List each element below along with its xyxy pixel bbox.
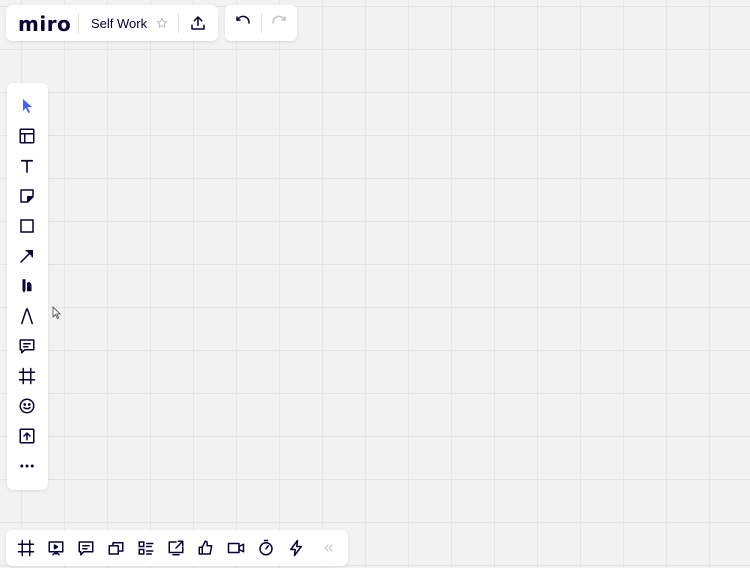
miro-logo[interactable]: miro — [18, 12, 71, 36]
pen-markers-icon[interactable] — [17, 276, 37, 296]
frames-icon[interactable] — [16, 538, 36, 558]
divider — [261, 13, 262, 33]
upload-icon[interactable] — [188, 13, 208, 33]
pen-icon[interactable] — [17, 306, 37, 326]
cards-icon[interactable] — [106, 538, 126, 558]
connection-line-icon[interactable] — [17, 246, 37, 266]
divider — [178, 13, 179, 33]
emoji-icon[interactable] — [17, 396, 37, 416]
more-icon[interactable] — [17, 456, 37, 476]
collapse-icon[interactable] — [318, 538, 338, 558]
shape-icon[interactable] — [17, 216, 37, 236]
lightning-icon[interactable] — [286, 538, 306, 558]
timer-icon[interactable] — [256, 538, 276, 558]
mouse-cursor-icon — [52, 306, 62, 320]
templates-icon[interactable] — [17, 126, 37, 146]
undo-icon[interactable] — [233, 13, 253, 33]
comments-icon[interactable] — [76, 538, 96, 558]
board-header: miro Self Work — [6, 5, 218, 41]
frame-icon[interactable] — [17, 366, 37, 386]
sticky-note-icon[interactable] — [17, 186, 37, 206]
creation-toolbar — [7, 83, 48, 490]
collaboration-toolbar — [6, 530, 348, 566]
presentation-icon[interactable] — [46, 538, 66, 558]
redo-icon[interactable] — [269, 13, 289, 33]
divider — [78, 13, 79, 33]
upload-icon[interactable] — [17, 426, 37, 446]
comment-icon[interactable] — [17, 336, 37, 356]
voting-icon[interactable] — [196, 538, 216, 558]
text-icon[interactable] — [17, 156, 37, 176]
undo-redo-panel — [225, 5, 297, 41]
video-chat-icon[interactable] — [226, 538, 246, 558]
star-icon[interactable] — [154, 15, 170, 31]
select-icon[interactable] — [17, 96, 37, 116]
screen-share-icon[interactable] — [166, 538, 186, 558]
outline-icon[interactable] — [136, 538, 156, 558]
board-name[interactable]: Self Work — [91, 16, 147, 31]
